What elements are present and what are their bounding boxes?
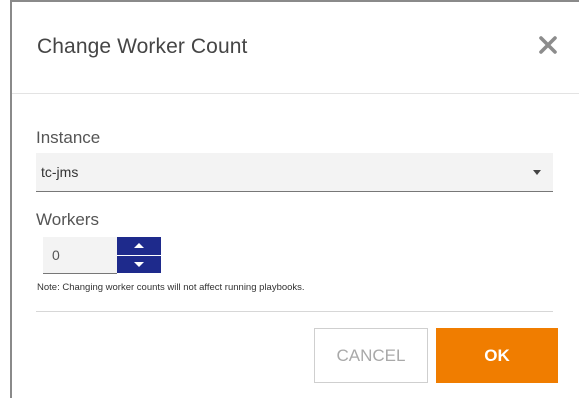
screen: Change Worker Count Instance tc-jms Work… <box>0 0 579 398</box>
close-icon[interactable] <box>536 33 560 57</box>
decrement-button[interactable] <box>117 255 161 273</box>
workers-input[interactable]: 0 <box>43 237 117 274</box>
arrow-down-icon <box>134 262 144 267</box>
dialog-title: Change Worker Count <box>37 35 248 58</box>
footer-divider <box>36 311 553 312</box>
arrow-up-icon <box>134 243 144 248</box>
ok-button[interactable]: OK <box>436 328 558 383</box>
workers-stepper <box>117 237 161 273</box>
workers-input-value: 0 <box>52 247 60 263</box>
change-worker-count-dialog: Change Worker Count Instance tc-jms Work… <box>12 2 579 398</box>
instance-select[interactable]: tc-jms <box>36 153 553 192</box>
dialog-header: Change Worker Count <box>12 2 579 94</box>
worker-note: Note: Changing worker counts will not af… <box>37 282 305 293</box>
cancel-button[interactable]: CANCEL <box>314 328 428 383</box>
increment-button[interactable] <box>117 237 161 255</box>
instance-label: Instance <box>36 128 101 147</box>
instance-select-value: tc-jms <box>41 164 79 180</box>
workers-label: Workers <box>36 210 99 229</box>
caret-down-icon <box>533 170 541 175</box>
